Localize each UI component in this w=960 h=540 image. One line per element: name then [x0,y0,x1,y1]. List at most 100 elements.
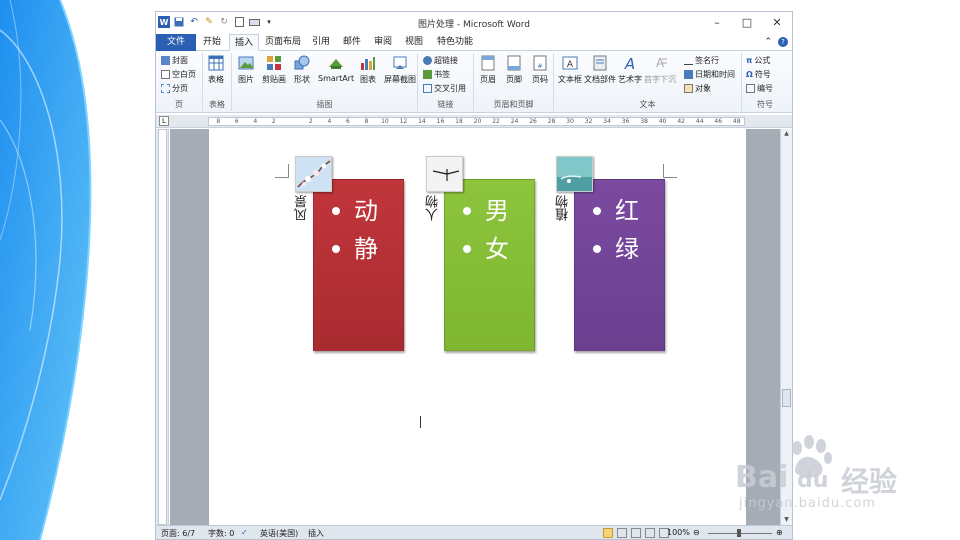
scroll-down-arrow[interactable]: ▼ [781,515,792,525]
picture-button[interactable]: 图片 [238,55,254,85]
blank-page-button[interactable]: 空白页 [161,69,196,80]
tab-view[interactable]: 视图 [400,34,428,51]
picture-icon [238,56,254,70]
card-bullet-item[interactable]: 动 [332,192,378,230]
zoom-slider-thumb[interactable] [737,529,741,537]
scroll-up-arrow[interactable]: ▲ [781,129,792,139]
tab-file[interactable]: 文件 [156,34,196,51]
cross-reference-button[interactable]: 交叉引用 [423,83,466,94]
word-count[interactable]: 字数: 0 [208,528,234,539]
tab-mailings[interactable]: 邮件 [338,34,366,51]
maximize-button[interactable]: □ [732,12,762,32]
zoom-out-icon[interactable]: ⊖ [693,528,700,537]
web-layout-view-icon[interactable] [631,528,641,538]
card-label[interactable]: 风景 [293,195,312,221]
watermark-brand-du: du [797,468,829,493]
wordart-button[interactable]: A 艺术字 [618,55,642,85]
ruler-number: 4 [253,118,258,125]
group-label-pages: 页 [175,100,183,109]
clipart-icon [267,56,281,70]
word-window: W ↶ ✎ ↻ ▾ 图片处理 - Microsoft Word – □ ✕ 文件… [155,11,793,540]
card-bullet-item[interactable]: 男 [463,192,509,230]
card-picture[interactable] [295,156,332,192]
spell-check-icon[interactable]: ✓ [241,528,248,537]
tab-references[interactable]: 引用 [307,34,335,51]
card-bullet-list: 红绿 [593,192,639,268]
ribbon-tabs: 文件 开始 插入 页面布局 引用 邮件 审阅 视图 特色功能 ⌃ ? [156,34,792,51]
diagram-card[interactable]: 红绿 [574,179,665,351]
svg-text:A: A [624,55,635,71]
full-screen-view-icon[interactable] [617,528,627,538]
page-indicator[interactable]: 页面: 6/7 [161,528,195,539]
chart-button[interactable]: 图表 [360,55,376,85]
text-cursor [420,416,421,428]
vertical-ruler-scale[interactable] [158,129,167,525]
card-label[interactable]: 人物 [424,195,443,221]
clipart-button[interactable]: 剪贴画 [262,55,286,85]
document-page[interactable]: 动静风景 男女人物 红绿植物 [209,129,746,525]
textbox-button[interactable]: A 文本框 [558,55,582,85]
object-button[interactable]: 对象 [684,83,711,94]
footer-icon [507,55,521,71]
diagram-card[interactable]: 动静 [313,179,404,351]
close-button[interactable]: ✕ [762,12,792,32]
cover-page-button[interactable]: 封面 [161,55,188,66]
smartart-button[interactable]: SmartArt [318,55,354,83]
hyperlink-button[interactable]: 超链接 [423,55,458,66]
shapes-button[interactable]: 形状 [294,55,310,85]
margin-mark-top-right [663,164,677,178]
diagram-card[interactable]: 男女 [444,179,535,351]
scroll-thumb[interactable] [782,389,791,407]
drop-cap-button[interactable]: A 首字下沉 [644,55,676,85]
page-number-button[interactable]: # 页码 [532,55,548,85]
object-icon [684,84,693,93]
tab-home[interactable]: 开始 [198,34,226,51]
page-number-icon: # [533,55,547,71]
quick-parts-button[interactable]: 文档部件 [584,55,616,85]
hyperlink-icon [423,56,432,65]
bookmark-button[interactable]: 书签 [423,69,450,80]
equation-button[interactable]: π 公式 [746,55,770,66]
page-break-button[interactable]: 分页 [161,83,188,94]
ruler-number: 8 [216,118,221,125]
ruler-number: 12 [399,118,408,125]
ruler-number: 42 [677,118,686,125]
symbol-button[interactable]: Ω 符号 [746,69,771,80]
tab-review[interactable]: 审阅 [369,34,397,51]
card-label[interactable]: 植物 [554,195,573,221]
drop-cap-icon: A [656,56,667,70]
screenshot-button[interactable]: 屏幕截图 [384,55,416,85]
insert-mode-indicator[interactable]: 插入 [308,528,324,539]
language-indicator[interactable]: 英语(美国) [260,528,298,539]
card-picture[interactable] [556,156,593,192]
help-icon[interactable]: ? [778,37,788,47]
table-button[interactable]: 表格 [208,55,224,85]
ruler-number: 26 [529,118,537,125]
numbering-button[interactable]: 编号 [746,83,773,94]
ruler-number: 14 [418,118,426,125]
tab-insert[interactable]: 插入 [229,34,259,51]
header-button[interactable]: 页眉 [480,55,496,85]
card-bullet-list: 男女 [463,192,509,268]
card-bullet-item[interactable]: 绿 [593,230,639,268]
ruler-scale[interactable]: 8 6 4 2 2 4 6 8 10 12 14 16 18 20 22 24 26 28 30 32 34 36 38 40… [208,117,745,126]
zoom-level[interactable]: 100% [667,528,690,537]
collapse-ribbon-icon[interactable]: ⌃ [764,37,772,47]
card-picture[interactable] [426,156,463,192]
date-time-button[interactable]: 日期和时间 [684,69,735,80]
tab-special[interactable]: 特色功能 [432,34,478,51]
card-bullet-item[interactable]: 红 [593,192,639,230]
group-label-text: 文本 [639,100,656,109]
baidu-watermark: Bai du 经验 jingyan.baidu.com [735,435,925,516]
tab-page-layout[interactable]: 页面布局 [262,34,304,51]
ruler-number: 48 [732,118,741,125]
card-bullet-item[interactable]: 静 [332,230,378,268]
outline-view-icon[interactable] [645,528,655,538]
zoom-in-icon[interactable]: ⊕ [776,528,783,537]
minimize-button[interactable]: – [702,12,732,32]
footer-button[interactable]: 页脚 [506,55,522,85]
print-layout-view-icon[interactable] [603,528,613,538]
card-bullet-item[interactable]: 女 [463,230,509,268]
tab-selector[interactable]: L [159,116,169,126]
signature-line-button[interactable]: 签名行 [684,55,719,66]
